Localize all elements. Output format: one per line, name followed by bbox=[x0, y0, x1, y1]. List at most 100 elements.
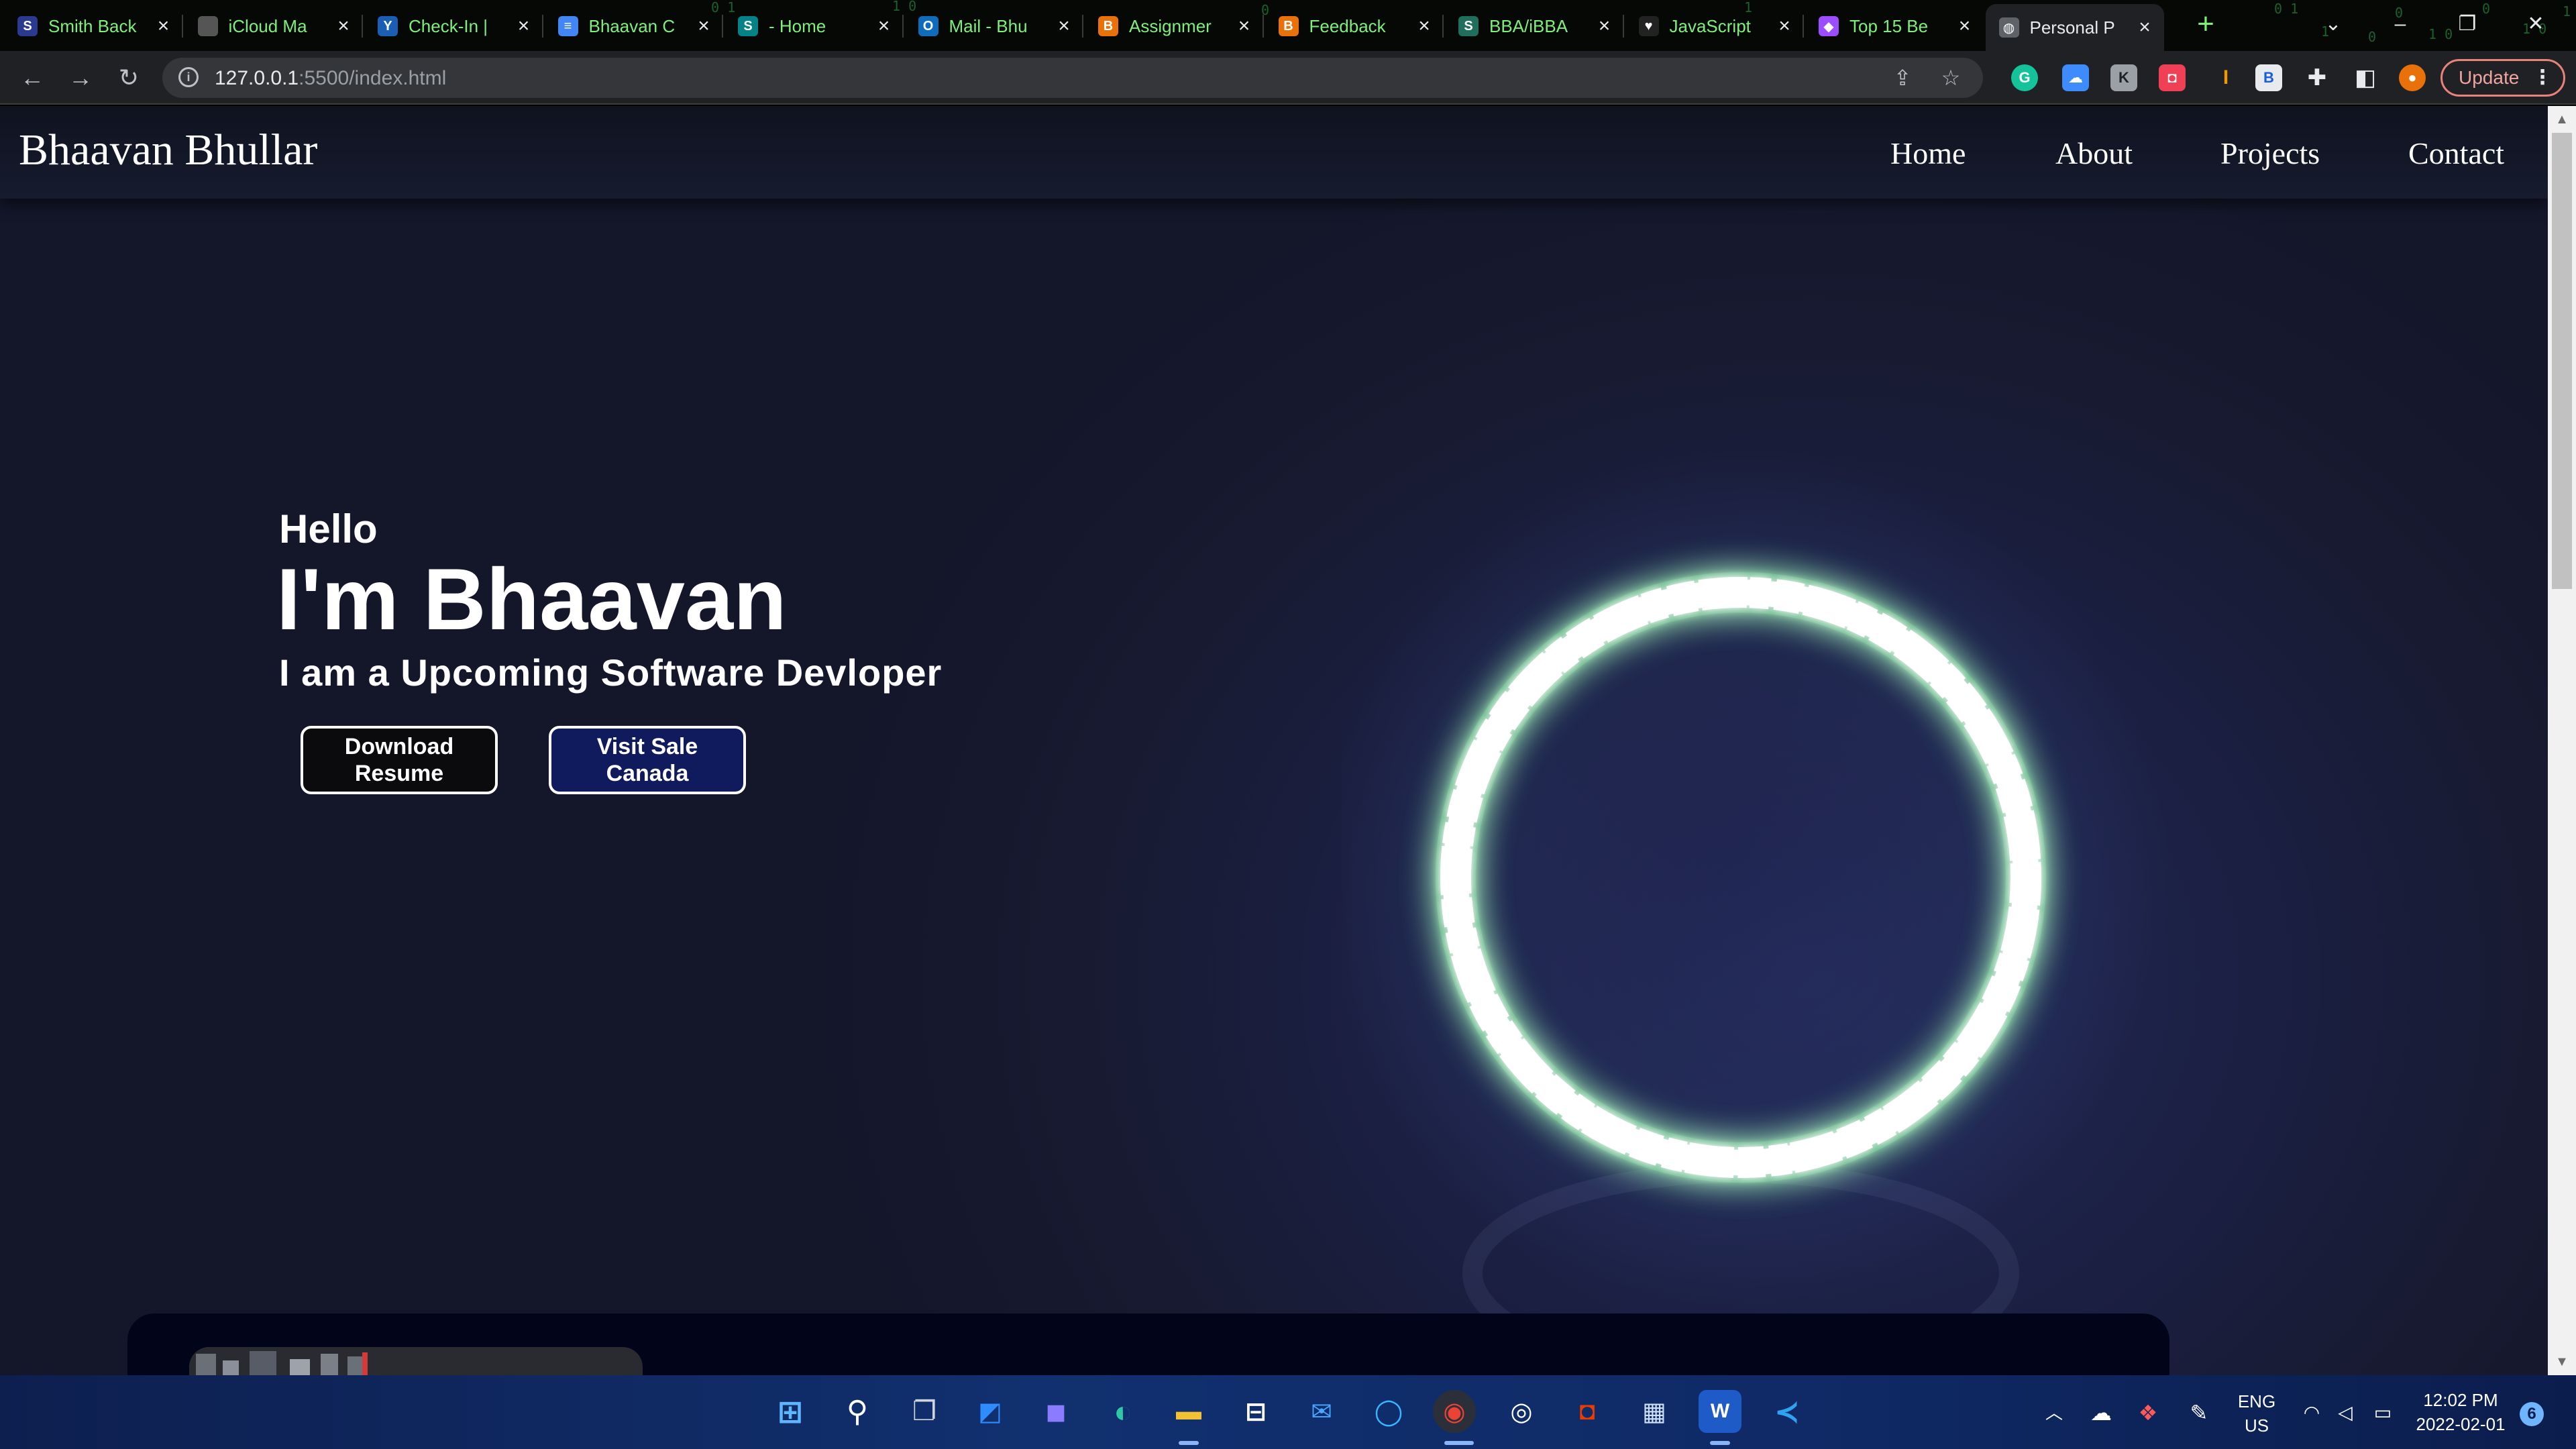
clock-time[interactable]: 12:02 PM bbox=[2407, 1390, 2514, 1411]
tab-close-icon[interactable]: × bbox=[1955, 15, 1975, 38]
back-arrow-icon[interactable]: ← bbox=[15, 60, 50, 95]
browser-tab[interactable]: S - Home × bbox=[724, 4, 904, 48]
tab-close-icon[interactable]: × bbox=[1414, 15, 1434, 38]
extension-icon[interactable]: K bbox=[2110, 64, 2137, 91]
tab-separator bbox=[1442, 15, 1444, 38]
grammarly-icon[interactable]: G bbox=[2011, 64, 2038, 91]
edge-icon[interactable]: ◐ bbox=[1102, 1390, 1144, 1433]
tab-search-icon[interactable]: ⌄ bbox=[2300, 5, 2367, 43]
site-info-icon[interactable]: i bbox=[178, 67, 199, 87]
volume-icon[interactable]: ◁ bbox=[2330, 1398, 2360, 1428]
minimize-icon[interactable]: – bbox=[2367, 5, 2434, 43]
browser-tab[interactable]: B Assignmer × bbox=[1085, 4, 1264, 48]
widgets-icon[interactable]: ◩ bbox=[969, 1390, 1012, 1433]
bitwarden-icon[interactable]: B bbox=[2255, 64, 2282, 91]
tab-favicon-icon: S bbox=[1458, 16, 1479, 36]
share-icon[interactable]: ⇪ bbox=[1889, 64, 1916, 91]
forward-arrow-icon[interactable]: → bbox=[63, 60, 98, 95]
windows-start-icon[interactable]: ⊞ bbox=[769, 1390, 812, 1433]
chevron-up-icon[interactable]: ︿ bbox=[2039, 1398, 2069, 1428]
region-label[interactable]: US bbox=[2230, 1415, 2284, 1436]
browser-tab[interactable]: B Feedback × bbox=[1265, 4, 1444, 48]
notification-badge[interactable]: 6 bbox=[2520, 1402, 2544, 1426]
scrollbar-thumb[interactable] bbox=[2552, 133, 2572, 589]
update-button[interactable]: Update ⋮ bbox=[2440, 59, 2565, 97]
scroll-down-icon[interactable]: ▼ bbox=[2548, 1348, 2576, 1375]
tab-label: Bhaavan C bbox=[588, 15, 676, 36]
language-label[interactable]: ENG bbox=[2230, 1391, 2284, 1412]
browser-tab[interactable]: Y Check-In | × bbox=[364, 4, 543, 48]
address-url[interactable]: 127.0.0.1:5500/index.html bbox=[215, 67, 446, 90]
icloud-icon[interactable]: ☁ bbox=[2062, 64, 2089, 91]
tab-favicon-icon: ◍ bbox=[1998, 17, 2019, 38]
tab-label: Mail - Bhu bbox=[949, 15, 1028, 36]
page-scrollbar[interactable]: ▲ ▼ bbox=[2548, 106, 2576, 1375]
browser-tab[interactable]: ◆ Top 15 Be × bbox=[1805, 4, 1984, 48]
restore-icon[interactable]: ❐ bbox=[2434, 5, 2501, 43]
browser-tab[interactable]: ♥ JavaScript × bbox=[1625, 4, 1804, 48]
tab-label: - Home bbox=[769, 15, 826, 36]
vscode-icon[interactable]: ≺ bbox=[1766, 1390, 1809, 1433]
new-tab-button[interactable]: + bbox=[2188, 9, 2223, 42]
site-brand[interactable]: Bhaavan Bhullar bbox=[19, 125, 317, 176]
tab-favicon-icon bbox=[197, 16, 218, 36]
browser-tab[interactable]: ≡ Bhaavan C × bbox=[545, 4, 723, 48]
cortana-icon[interactable]: ◯ bbox=[1367, 1390, 1410, 1433]
pocket-icon[interactable]: ◘ bbox=[2159, 64, 2186, 91]
search-icon[interactable]: ⚲ bbox=[836, 1390, 879, 1433]
download-resume-button[interactable]: Download Resume bbox=[301, 726, 498, 794]
close-window-icon[interactable]: ✕ bbox=[2502, 5, 2569, 43]
teams-chat-icon[interactable]: ◼ bbox=[1034, 1390, 1077, 1433]
profile-avatar-icon[interactable]: ● bbox=[2399, 64, 2426, 91]
pen-icon[interactable]: ✎ bbox=[2184, 1398, 2214, 1428]
chrome-icon[interactable]: ◉ bbox=[1433, 1390, 1476, 1433]
dropbox-icon[interactable]: ❖ bbox=[2133, 1398, 2163, 1428]
word-running-indicator bbox=[1710, 1441, 1730, 1445]
word-icon[interactable]: W bbox=[1699, 1390, 1741, 1433]
tab-close-icon[interactable]: × bbox=[874, 15, 894, 38]
nav-link-about[interactable]: About bbox=[2055, 136, 2133, 171]
office-icon[interactable]: ◘ bbox=[1566, 1390, 1609, 1433]
browser-tab[interactable]: S BBA/iBBA × bbox=[1445, 4, 1624, 48]
tab-close-icon[interactable]: × bbox=[1774, 15, 1794, 38]
browser-tab[interactable]: O Mail - Bhu × bbox=[905, 4, 1083, 48]
clock-date[interactable]: 2022-02-01 bbox=[2407, 1414, 2514, 1435]
scroll-up-icon[interactable]: ▲ bbox=[2548, 106, 2576, 133]
puzzle-icon[interactable]: ✚ bbox=[2304, 64, 2330, 91]
nav-link-projects[interactable]: Projects bbox=[2220, 136, 2320, 171]
bookmark-star-icon[interactable]: ☆ bbox=[1937, 64, 1964, 91]
calendar-app-icon[interactable]: ▦ bbox=[1633, 1390, 1676, 1433]
browser-tab[interactable]: S Smith Back × bbox=[4, 4, 183, 48]
tab-close-icon[interactable]: × bbox=[694, 15, 714, 38]
browser-tab[interactable]: ◍ Personal P × bbox=[1985, 4, 2164, 51]
address-bar[interactable]: i 127.0.0.1:5500/index.html ⇪ ☆ bbox=[162, 58, 1983, 98]
visit-sale-canada-button[interactable]: Visit Sale Canada bbox=[549, 726, 746, 794]
sidepanel-icon[interactable]: ◧ bbox=[2352, 64, 2379, 91]
nav-link-home[interactable]: Home bbox=[1890, 136, 1966, 171]
task-view-icon[interactable]: ❐ bbox=[903, 1390, 946, 1433]
tab-close-icon[interactable]: × bbox=[333, 15, 354, 38]
reload-icon[interactable]: ↻ bbox=[111, 60, 146, 95]
tab-close-icon[interactable]: × bbox=[514, 15, 534, 38]
browser-tab[interactable]: iCloud Ma × bbox=[184, 4, 363, 48]
store-icon[interactable]: ⊟ bbox=[1234, 1390, 1277, 1433]
tab-label: BBA/iBBA bbox=[1489, 15, 1568, 36]
github-icon[interactable]: ◎ bbox=[1500, 1390, 1543, 1433]
nav-link-contact[interactable]: Contact bbox=[2408, 136, 2504, 171]
battery-icon[interactable]: ▭ bbox=[2368, 1398, 2398, 1428]
onedrive-icon[interactable]: ☁ bbox=[2086, 1398, 2116, 1428]
project-thumbnail[interactable] bbox=[189, 1347, 643, 1375]
tab-close-icon[interactable]: × bbox=[1234, 15, 1254, 38]
file-explorer-icon[interactable]: ▬ bbox=[1167, 1390, 1210, 1433]
menu-dots-icon[interactable]: ⋮ bbox=[2532, 61, 2553, 95]
tab-close-icon[interactable]: × bbox=[154, 15, 174, 38]
tab-close-icon[interactable]: × bbox=[1595, 15, 1615, 38]
tab-close-icon[interactable]: × bbox=[1054, 15, 1074, 38]
tab-close-icon[interactable]: × bbox=[2135, 16, 2155, 39]
address-path: :5500/index.html bbox=[299, 67, 447, 89]
cursor-icon[interactable]: I bbox=[2212, 64, 2239, 91]
mail-icon[interactable]: ✉ bbox=[1300, 1390, 1343, 1433]
wifi-icon[interactable]: ◠ bbox=[2297, 1398, 2326, 1428]
tab-separator bbox=[181, 15, 183, 38]
tab-favicon-icon: Y bbox=[378, 16, 398, 36]
